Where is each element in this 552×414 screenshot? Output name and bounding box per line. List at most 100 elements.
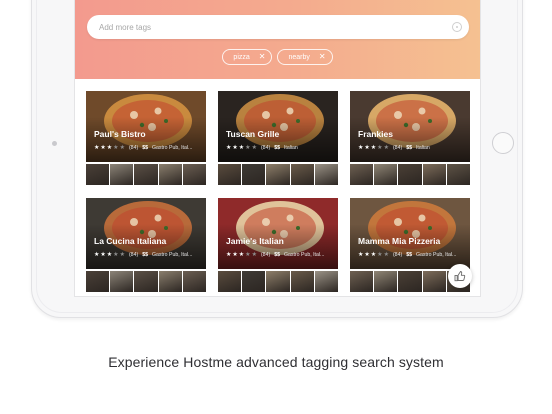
star-icon: ★ xyxy=(358,252,364,258)
restaurant-card[interactable]: Jamie's Italian ★ ★ ★ ★ ★ (84) $$ Gastro Pub… xyxy=(218,198,339,292)
restaurant-card[interactable]: Tuscan Grille ★ ★ ★ ★ ★ (84) $$ Italian xyxy=(218,91,339,185)
restaurant-name: La Cucina Italiana xyxy=(94,236,167,246)
star-icon: ★ xyxy=(238,145,245,151)
thumbnail-photo[interactable] xyxy=(158,164,182,185)
restaurant-meta: ★ ★ ★ ★ ★ (84) $$ Gastro Pub, Ital... xyxy=(94,145,192,151)
thumbnail-photo[interactable] xyxy=(266,271,290,292)
photo-thumbnails xyxy=(218,271,339,292)
tag-search-bar[interactable] xyxy=(87,15,469,39)
star-icon: ★ xyxy=(245,145,251,151)
cuisine-label: Gastro Pub, Ital... xyxy=(151,252,193,258)
thumbnail-photo[interactable] xyxy=(350,164,374,185)
thumbnail-photo[interactable] xyxy=(446,164,471,185)
restaurant-photo: Frankies ★ ★ ★ ★ ★ (84) $$ Italian xyxy=(350,91,470,162)
thumbnail-photo[interactable] xyxy=(422,164,446,185)
review-count: (84) xyxy=(260,252,271,258)
restaurant-meta: ★ ★ ★ ★ ★ (84) $$ Gastro Pub, Ital... xyxy=(226,252,324,258)
review-count: (84) xyxy=(392,252,403,258)
restaurant-name: Jamie's Italian xyxy=(226,236,284,246)
star-icon: ★ xyxy=(364,145,370,151)
thumbnail-photo[interactable] xyxy=(422,271,446,292)
restaurant-photo: Jamie's Italian ★ ★ ★ ★ ★ (84) $$ Gastro Pub… xyxy=(218,198,338,269)
restaurant-card[interactable]: Paul's Bistro ★ ★ ★ ★ ★ (84) $$ Gastro Pub, … xyxy=(86,91,207,185)
review-count: (84) xyxy=(260,145,271,151)
restaurant-photo: La Cucina Italiana ★ ★ ★ ★ ★ (84) $$ Gastro … xyxy=(86,198,206,269)
thumbnail-photo[interactable] xyxy=(110,164,134,185)
photo-shade xyxy=(218,224,338,269)
tag-chip-pizza[interactable]: pizza ✕ xyxy=(222,49,273,65)
star-rating: ★ ★ ★ ★ ★ xyxy=(94,145,125,151)
thumbnail-photo[interactable] xyxy=(86,164,110,185)
cuisine-label: Gastro Pub, Ital... xyxy=(415,252,457,258)
cuisine-label: Gastro Pub, Ital... xyxy=(151,145,193,151)
tag-search-input[interactable] xyxy=(87,15,427,39)
star-icon: ★ xyxy=(94,252,100,258)
tag-chip-nearby[interactable]: nearby ✕ xyxy=(277,49,333,65)
pizza-cheese xyxy=(286,214,294,222)
restaurant-card[interactable]: La Cucina Italiana ★ ★ ★ ★ ★ (84) $$ Gastro … xyxy=(86,198,207,292)
photo-thumbnails xyxy=(86,164,207,185)
tag-label: pizza xyxy=(233,53,250,61)
pizza-cheese xyxy=(154,107,162,115)
thumbnail-photo[interactable] xyxy=(110,271,134,292)
photo-thumbnails xyxy=(218,164,339,185)
photo-shade xyxy=(86,117,206,162)
thumbnail-photo[interactable] xyxy=(134,164,158,185)
thumbs-up-fab[interactable] xyxy=(448,264,472,288)
close-icon[interactable]: ✕ xyxy=(319,53,326,61)
restaurant-meta: ★ ★ ★ ★ ★ (84) $$ Italian xyxy=(226,145,298,151)
star-icon: ★ xyxy=(106,252,113,258)
star-icon: ★ xyxy=(377,252,383,258)
tag-label: nearby xyxy=(288,53,310,61)
thumbnail-photo[interactable] xyxy=(182,271,207,292)
price-level: $$ xyxy=(406,145,412,151)
marketing-caption: Experience Hostme advanced tagging searc… xyxy=(108,354,444,370)
camera-dot xyxy=(52,141,57,146)
cuisine-label: Italian xyxy=(283,145,298,151)
thumbnail-photo[interactable] xyxy=(374,271,398,292)
thumbnail-photo[interactable] xyxy=(398,271,422,292)
restaurant-meta: ★ ★ ★ ★ ★ (84) $$ Gastro Pub, Ital... xyxy=(94,252,192,258)
restaurant-meta: ★ ★ ★ ★ ★ (84) $$ Gastro Pub, Ital... xyxy=(358,252,456,258)
star-icon: ★ xyxy=(100,145,106,151)
restaurant-name: Frankies xyxy=(358,129,393,139)
restaurant-grid: Paul's Bistro ★ ★ ★ ★ ★ (84) $$ Gastro Pub, … xyxy=(86,91,471,296)
thumbnail-photo[interactable] xyxy=(314,164,339,185)
star-icon: ★ xyxy=(119,145,125,151)
thumbnail-photo[interactable] xyxy=(218,271,242,292)
search-header: pizza ✕ nearby ✕ xyxy=(75,0,480,79)
thumbnail-photo[interactable] xyxy=(314,271,339,292)
thumbnail-photo[interactable] xyxy=(266,164,290,185)
star-icon: ★ xyxy=(232,145,238,151)
thumbnail-photo[interactable] xyxy=(86,271,110,292)
star-rating: ★ ★ ★ ★ ★ xyxy=(358,145,389,151)
thumbnail-photo[interactable] xyxy=(290,271,314,292)
pizza-cheese xyxy=(418,214,426,222)
thumbnail-photo[interactable] xyxy=(374,164,398,185)
photo-thumbnails xyxy=(86,271,207,292)
restaurant-card[interactable]: Frankies ★ ★ ★ ★ ★ (84) $$ Italian xyxy=(350,91,471,185)
star-icon: ★ xyxy=(377,145,383,151)
thumbnail-photo[interactable] xyxy=(134,271,158,292)
review-count: (84) xyxy=(128,145,139,151)
clear-circle-icon[interactable] xyxy=(452,22,462,32)
thumbnail-photo[interactable] xyxy=(398,164,422,185)
home-button xyxy=(492,132,514,154)
thumbs-up-icon xyxy=(454,270,466,282)
thumbnail-photo[interactable] xyxy=(158,271,182,292)
thumbnail-photo[interactable] xyxy=(350,271,374,292)
star-icon: ★ xyxy=(113,145,119,151)
cuisine-label: Gastro Pub, Ital... xyxy=(283,252,325,258)
price-level: $$ xyxy=(274,145,280,151)
restaurant-meta: ★ ★ ★ ★ ★ (84) $$ Italian xyxy=(358,145,430,151)
thumbnail-photo[interactable] xyxy=(242,271,266,292)
thumbnail-photo[interactable] xyxy=(290,164,314,185)
close-icon[interactable]: ✕ xyxy=(259,53,266,61)
thumbnail-photo[interactable] xyxy=(182,164,207,185)
thumbnail-photo[interactable] xyxy=(242,164,266,185)
photo-shade xyxy=(350,117,470,162)
star-icon: ★ xyxy=(113,252,119,258)
thumbnail-photo[interactable] xyxy=(218,164,242,185)
star-icon: ★ xyxy=(232,252,238,258)
star-icon: ★ xyxy=(251,252,257,258)
